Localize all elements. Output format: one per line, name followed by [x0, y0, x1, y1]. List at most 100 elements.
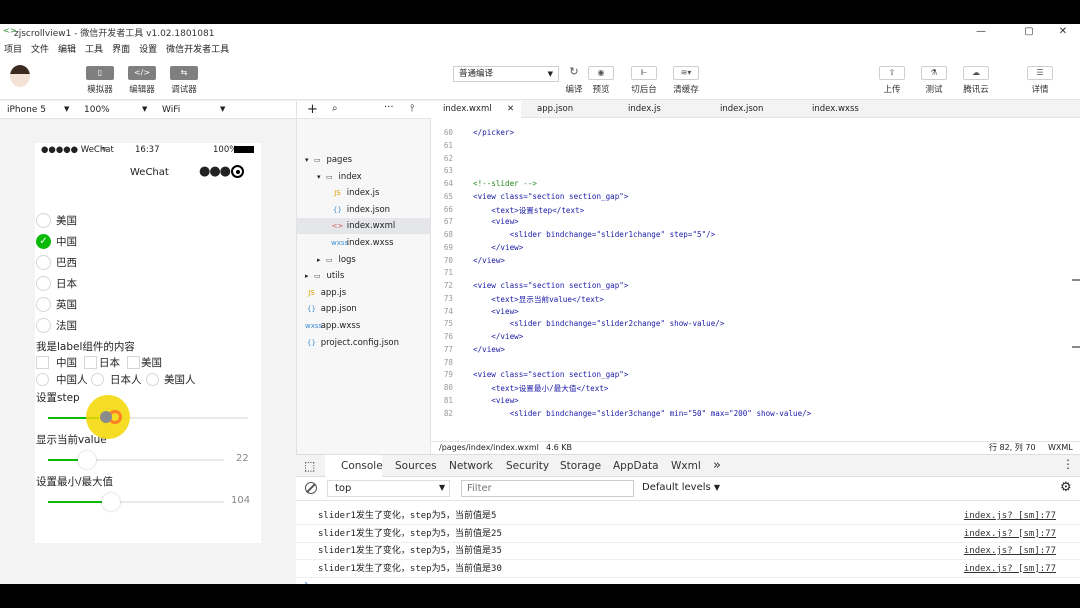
- close-capsule-icon[interactable]: [231, 165, 244, 178]
- menu-settings[interactable]: 设置: [139, 42, 157, 55]
- file-tree-item[interactable]: wxss app.wxss: [305, 318, 360, 334]
- console-filter-input[interactable]: [461, 480, 634, 497]
- slider-value-handle[interactable]: [77, 451, 96, 469]
- radio-france[interactable]: [36, 318, 51, 333]
- close-icon[interactable]: ✕: [507, 101, 514, 118]
- tab-wxml[interactable]: Wxml: [671, 460, 701, 472]
- menu-view[interactable]: 界面: [112, 42, 130, 55]
- radio-brazil[interactable]: [36, 255, 51, 270]
- log-source-link[interactable]: index.js? [sm]:77: [964, 543, 1056, 560]
- chevron-down-icon: ▼: [713, 483, 721, 492]
- minimize-button[interactable]: —: [968, 24, 994, 40]
- checkbox-american[interactable]: [146, 373, 159, 386]
- radio-china[interactable]: ✓: [36, 234, 51, 249]
- inspect-icon[interactable]: ⬚: [304, 459, 315, 473]
- checkbox-japan[interactable]: [84, 356, 97, 369]
- file-tree-item[interactable]: JS app.js: [305, 285, 346, 301]
- line-number: 74: [443, 306, 453, 316]
- upload-button[interactable]: ⇧ 上传: [874, 66, 910, 95]
- radio-japan[interactable]: [36, 276, 51, 291]
- menu-tools[interactable]: 工具: [85, 42, 103, 55]
- add-icon[interactable]: +: [307, 102, 318, 117]
- test-button[interactable]: ⚗ 测试: [916, 66, 952, 95]
- tab-index-wxml[interactable]: index.wxml ✕: [431, 101, 521, 118]
- preview-button[interactable]: ◉ 预览: [583, 66, 619, 95]
- tab-storage[interactable]: Storage: [560, 460, 601, 472]
- kebab-menu-icon[interactable]: ⋮: [1062, 457, 1074, 471]
- phone-screen: ●●●●● WeChat ≋ 16:37 100% WeChat ●●● 美国 …: [35, 143, 261, 543]
- clear-console-icon[interactable]: [305, 482, 317, 494]
- code-line: </view>: [473, 242, 524, 252]
- more-icon[interactable]: ●●●: [199, 164, 231, 179]
- line-number: 75: [443, 319, 453, 329]
- avatar[interactable]: [10, 65, 30, 87]
- checkbox-chinese[interactable]: [36, 373, 49, 386]
- menu-wechat-devtools[interactable]: 微信开发者工具: [166, 42, 229, 55]
- simulator-toggle-button[interactable]: ▯ 模拟器: [80, 66, 120, 95]
- file-tree-item[interactable]: JS index.js: [331, 185, 379, 201]
- file-tree-item[interactable]: {} app.json: [305, 301, 357, 317]
- tab-app-json[interactable]: app.json: [525, 101, 605, 118]
- console-prompt[interactable]: ›: [304, 577, 309, 584]
- checkbox-usa[interactable]: [127, 356, 140, 369]
- radio-uk[interactable]: [36, 297, 51, 312]
- network-select[interactable]: WiFi: [162, 105, 180, 115]
- code-line: <slider bindchange="slider3change" min="…: [473, 408, 812, 418]
- split-icon[interactable]: ⫯: [410, 103, 414, 114]
- tab-sources[interactable]: Sources: [395, 460, 437, 472]
- device-select[interactable]: iPhone 5: [7, 105, 46, 115]
- settings-gear-icon[interactable]: ⚙: [1060, 480, 1072, 495]
- tab-index-wxss[interactable]: index.wxss: [800, 101, 880, 118]
- slider-minmax-handle[interactable]: [102, 493, 121, 511]
- line-number: 66: [443, 204, 453, 214]
- tencent-cloud-button[interactable]: ☁ 腾讯云: [958, 66, 994, 95]
- compile-mode-select[interactable]: 普通编译 ▼: [453, 66, 559, 82]
- search-icon[interactable]: ⌕: [332, 103, 338, 114]
- file-tree-item[interactable]: wxss index.wxss: [331, 235, 394, 251]
- maximize-button[interactable]: ▢: [1016, 24, 1042, 40]
- radio-usa[interactable]: [36, 213, 51, 228]
- tab-network[interactable]: Network: [449, 460, 493, 472]
- checkbox-japanese[interactable]: [91, 373, 104, 386]
- menu-project[interactable]: 项目: [4, 42, 22, 55]
- file-tree-item[interactable]: {} index.json: [331, 202, 390, 218]
- file-tree-item[interactable]: ▸ ▭ logs: [317, 252, 356, 268]
- more-tabs-icon[interactable]: »: [713, 458, 721, 473]
- zoom-select[interactable]: 100%: [84, 105, 110, 115]
- file-tree-item[interactable]: <> index.wxml: [331, 218, 396, 234]
- code-line: </view>: [473, 332, 524, 341]
- checkbox-china[interactable]: [36, 356, 49, 369]
- details-button[interactable]: ☰ 详情: [1022, 66, 1058, 95]
- debugger-toggle-button[interactable]: ⇆ 调试器: [164, 66, 204, 95]
- log-source-link[interactable]: index.js? [sm]:77: [964, 508, 1056, 525]
- tab-index-json[interactable]: index.json: [708, 101, 788, 118]
- log-message: slider1发生了变化，step为5，当前值是5: [318, 511, 497, 521]
- log-levels-select[interactable]: Default levels ▼: [642, 482, 720, 493]
- tab-index-js[interactable]: index.js: [616, 101, 696, 118]
- more-icon[interactable]: ···: [384, 102, 394, 113]
- code-line: <view class="section section_gap">: [473, 370, 629, 380]
- tab-console[interactable]: Console: [341, 460, 383, 472]
- file-tree-item[interactable]: {} project.config.json: [305, 335, 399, 351]
- code-area[interactable]: 60 </picker> 61 62 63 64 <!--slider --> 65 <view…: [431, 118, 1080, 441]
- editor-toggle-button[interactable]: </> 编辑器: [122, 66, 162, 95]
- context-select[interactable]: top ▼: [327, 480, 450, 497]
- log-source-link[interactable]: index.js? [sm]:77: [964, 561, 1056, 578]
- minmax-label: 设置最小/最大值: [36, 476, 114, 488]
- tab-security[interactable]: Security: [506, 460, 549, 472]
- file-name: app.json: [318, 304, 357, 315]
- clear-cache-button[interactable]: ≋▾ 清缓存: [668, 66, 704, 95]
- menu-edit[interactable]: 编辑: [58, 42, 76, 55]
- language-mode[interactable]: WXML: [1048, 442, 1073, 454]
- close-window-button[interactable]: ✕: [1050, 24, 1076, 40]
- menu-file[interactable]: 文件: [31, 42, 49, 55]
- file-tree-item[interactable]: ▸ ▭ utils: [305, 268, 344, 284]
- background-button[interactable]: ⊩ 切后台: [626, 66, 662, 95]
- file-tree-item[interactable]: ▾ ▭ pages: [305, 152, 352, 168]
- tab-appdata[interactable]: AppData: [613, 460, 659, 472]
- window-title: zjscrollview1 - 微信开发者工具 v1.02.1801081: [14, 28, 215, 39]
- log-source-link[interactable]: index.js? [sm]:77: [964, 526, 1056, 543]
- eye-icon: ◉: [588, 66, 614, 80]
- file-tree-item[interactable]: ▾ ▭ index: [317, 169, 362, 185]
- cursor-position[interactable]: 行 82, 列 70: [989, 442, 1036, 454]
